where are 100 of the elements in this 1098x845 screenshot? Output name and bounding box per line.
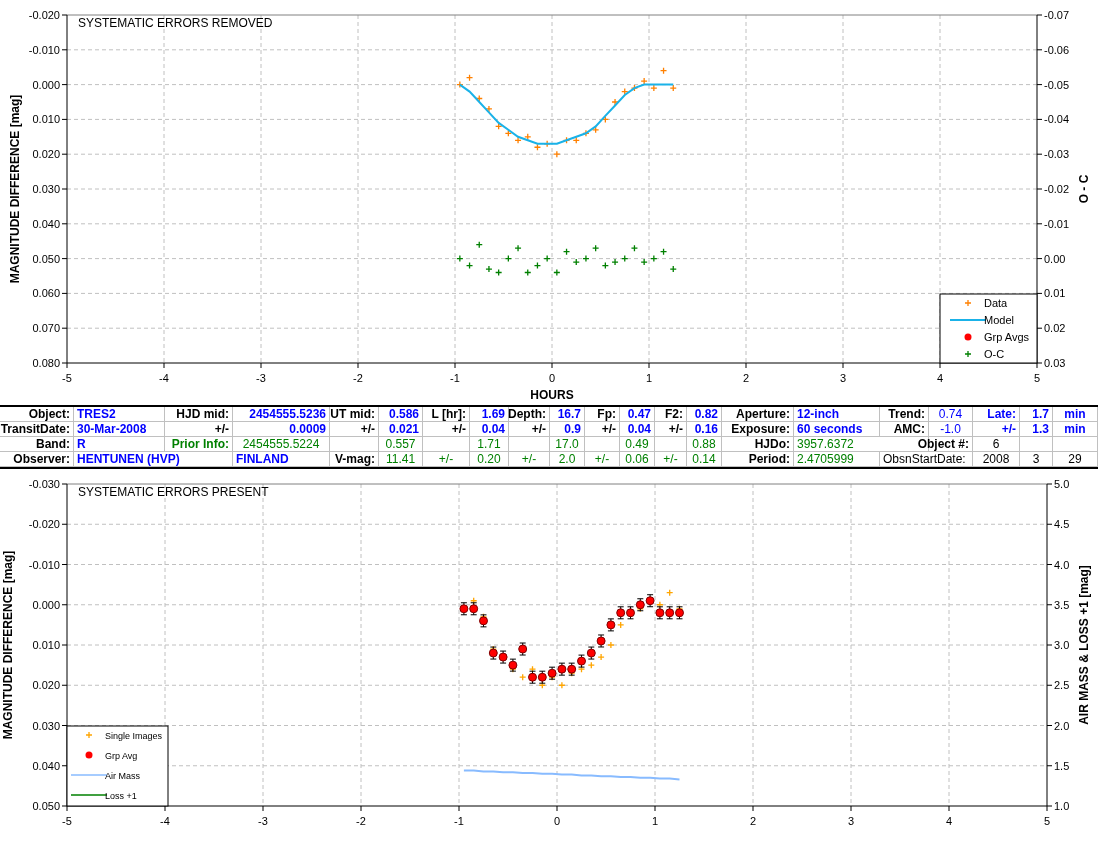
axis-tick-label: 0.030 (32, 183, 60, 195)
field-label: TransitDate: (0, 422, 70, 436)
axis-tick-label: 0.010 (32, 113, 60, 126)
axis-tick-label: -2 (356, 815, 366, 827)
field-value: HENTUNEN (HVP) (77, 452, 180, 466)
error-bar-point (498, 650, 508, 664)
axis-tick-label: -0.07 (1044, 9, 1070, 21)
data-point (553, 268, 561, 277)
axis-tick-label: 0.020 (32, 679, 60, 692)
field-value: 1.71 (477, 437, 501, 451)
legend-label: Model (984, 314, 1014, 326)
error-bar-point (655, 606, 665, 620)
axis-tick-label: 5 (1043, 815, 1051, 827)
field-label: +/- (668, 422, 683, 436)
field-value: 0.557 (385, 437, 416, 451)
data-point (592, 244, 600, 252)
axis-tick-label: 0.020 (32, 148, 60, 161)
legend-label: Grp Avgs (984, 331, 1030, 343)
data-point (621, 254, 629, 263)
field-value: 0.586 (388, 407, 419, 421)
error-bar-point (606, 618, 616, 632)
axis-tick-label: 2.5 (1054, 679, 1070, 692)
error-bar-point (626, 606, 635, 620)
field-value: 0.04 (481, 422, 505, 436)
field-value: 2454555.5236 (249, 407, 326, 421)
axis-tick-label: -5 (62, 372, 72, 384)
axis-tick-label: 0.030 (32, 719, 60, 732)
error-bar-point (488, 646, 498, 660)
data-point (607, 641, 615, 649)
axis-tick-label: -0.020 (28, 9, 60, 21)
data-point (617, 621, 625, 629)
error-bar-point (567, 662, 577, 676)
field-value: 16.7 (557, 407, 581, 421)
axis-tick-label: -0.02 (1044, 183, 1070, 195)
data-point (533, 261, 542, 270)
data-point (485, 105, 493, 113)
error-bar-point (596, 634, 606, 648)
field-value: +/- (663, 452, 678, 466)
field-label: Fp: (597, 407, 616, 421)
error-bar-point (577, 654, 586, 668)
data-point (597, 653, 605, 661)
field-label: +/- (531, 422, 546, 436)
chart-title: SYSTEMATIC ERRORS PRESENT (78, 485, 269, 499)
field-value: 30-Mar-2008 (77, 422, 147, 436)
axis-tick-label: 0.050 (32, 800, 60, 812)
data-point (582, 254, 590, 263)
field-value: 1.7 (1032, 407, 1049, 421)
x-axis-title: HOURS (530, 388, 574, 402)
field-value: 1.3 (1032, 422, 1049, 436)
data-point (562, 248, 571, 256)
axis-tick-label: 1 (645, 372, 653, 384)
axis-tick-label: 0.03 (1044, 357, 1066, 369)
data-point (572, 258, 580, 266)
legend-label: Air Mass (105, 771, 140, 781)
y-axis-title: MAGNITUDE DIFFERENCE [mag] (8, 94, 22, 284)
error-bar-point (459, 602, 469, 616)
error-bar-point (645, 594, 655, 608)
data-point (553, 150, 561, 158)
legend-label: Data (984, 297, 1008, 309)
field-value: 3 (1032, 452, 1040, 466)
axis-tick-label: -0.05 (1044, 78, 1070, 91)
field-value: 0.04 (627, 422, 651, 436)
data-point (514, 136, 522, 144)
axis-tick-label: -3 (256, 372, 266, 384)
data-point (475, 94, 483, 103)
axis-tick-label: 0.040 (32, 759, 60, 772)
error-bar-point (586, 646, 596, 660)
data-point (465, 261, 474, 270)
axis-tick-label: 0.000 (32, 78, 60, 91)
data-point (514, 244, 522, 252)
legend-label: Loss +1 (105, 791, 137, 801)
error-bar-point (479, 614, 488, 628)
error-bar-point (675, 606, 684, 620)
axis-tick-label: 0.080 (32, 357, 60, 369)
y-axis-title: MAGNITUDE DIFFERENCE [mag] (1, 550, 15, 740)
field-value: 0.82 (694, 407, 718, 421)
axis-tick-label: 0 (553, 815, 561, 827)
axis-tick-label: -5 (62, 815, 72, 827)
axis-tick-label: 0 (548, 372, 556, 384)
y-axis-title: AIR MASS & LOSS +1 [mag] (1077, 565, 1091, 725)
field-label: Prior Info: (171, 437, 229, 451)
field-label: AMC: (893, 422, 925, 436)
y-axis-title: O - C (1077, 174, 1091, 204)
field-value: ObsnStartDate: (883, 452, 966, 466)
field-value: 0.9 (564, 422, 581, 436)
field-value: 0.47 (627, 407, 651, 421)
axis-tick-label: -0.020 (28, 518, 60, 531)
field-label: Band: (36, 437, 70, 451)
axis-tick-label: 0.010 (32, 639, 60, 651)
axis-tick-label: 2 (742, 372, 750, 384)
field-value: 2.0 (558, 452, 576, 466)
field-label: +/- (451, 422, 466, 436)
field-value: 0.06 (625, 452, 649, 466)
field-label: Trend: (888, 407, 925, 421)
axis-tick-label: -2 (353, 372, 363, 384)
axis-tick-label: -0.030 (28, 478, 60, 490)
data-point (640, 258, 648, 266)
field-label: +/- (1001, 422, 1016, 436)
error-bar-point (537, 670, 547, 684)
error-bar-point (508, 658, 518, 672)
